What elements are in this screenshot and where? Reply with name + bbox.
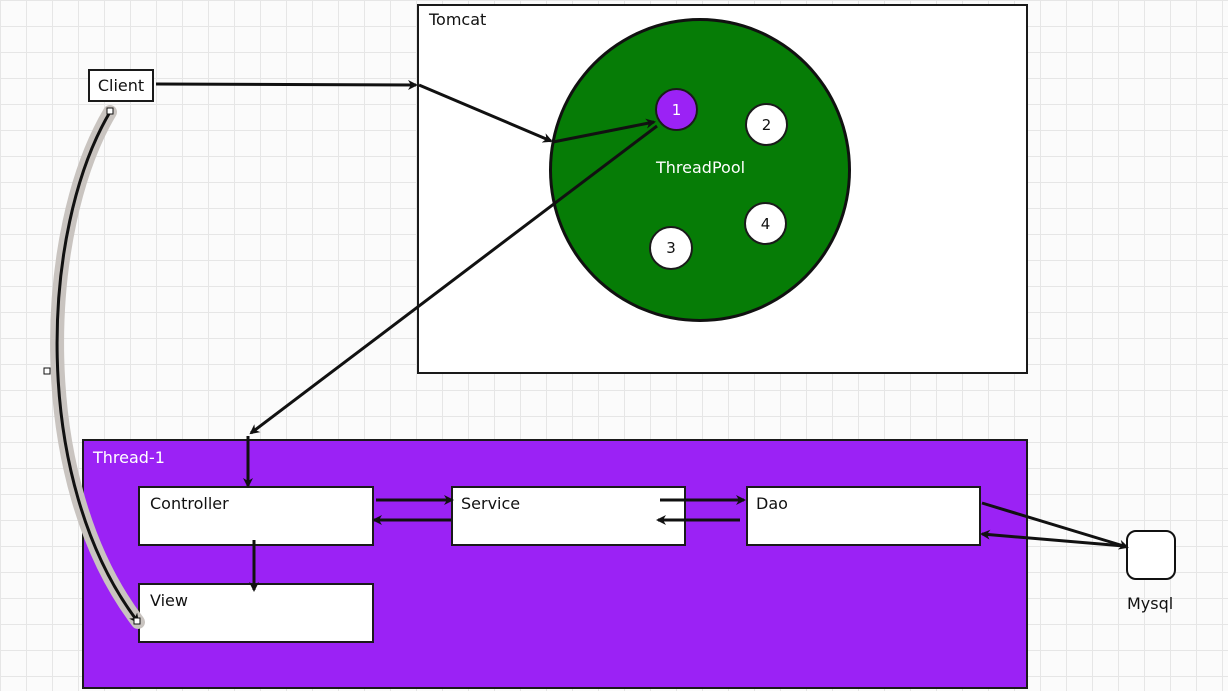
handle-mid	[43, 367, 51, 375]
dao-label: Dao	[756, 494, 788, 513]
thread-1-container[interactable]	[82, 439, 1028, 689]
client-box[interactable]: Client	[88, 69, 154, 102]
client-label: Client	[97, 76, 145, 95]
client-to-tomcat-arrow	[155, 79, 418, 90]
thread-node-1[interactable]: 1	[655, 88, 698, 131]
thread-1-title: Thread-1	[93, 448, 165, 467]
handle-top	[106, 107, 114, 115]
mysql-db-icon[interactable]	[1126, 530, 1176, 580]
tomcat-title: Tomcat	[429, 10, 487, 29]
thread-node-3[interactable]: 3	[649, 226, 693, 270]
thread-node-4[interactable]: 4	[744, 202, 787, 245]
mysql-label: Mysql	[1127, 594, 1174, 613]
thread-node-2[interactable]: 2	[745, 103, 788, 146]
view-label: View	[150, 591, 188, 610]
threadpool-label: ThreadPool	[656, 158, 746, 177]
diagram-canvas: Tomcat ThreadPool 1 2 3 4 Thread-1 Contr…	[0, 0, 1228, 691]
service-label: Service	[461, 494, 521, 513]
controller-label: Controller	[150, 494, 229, 513]
